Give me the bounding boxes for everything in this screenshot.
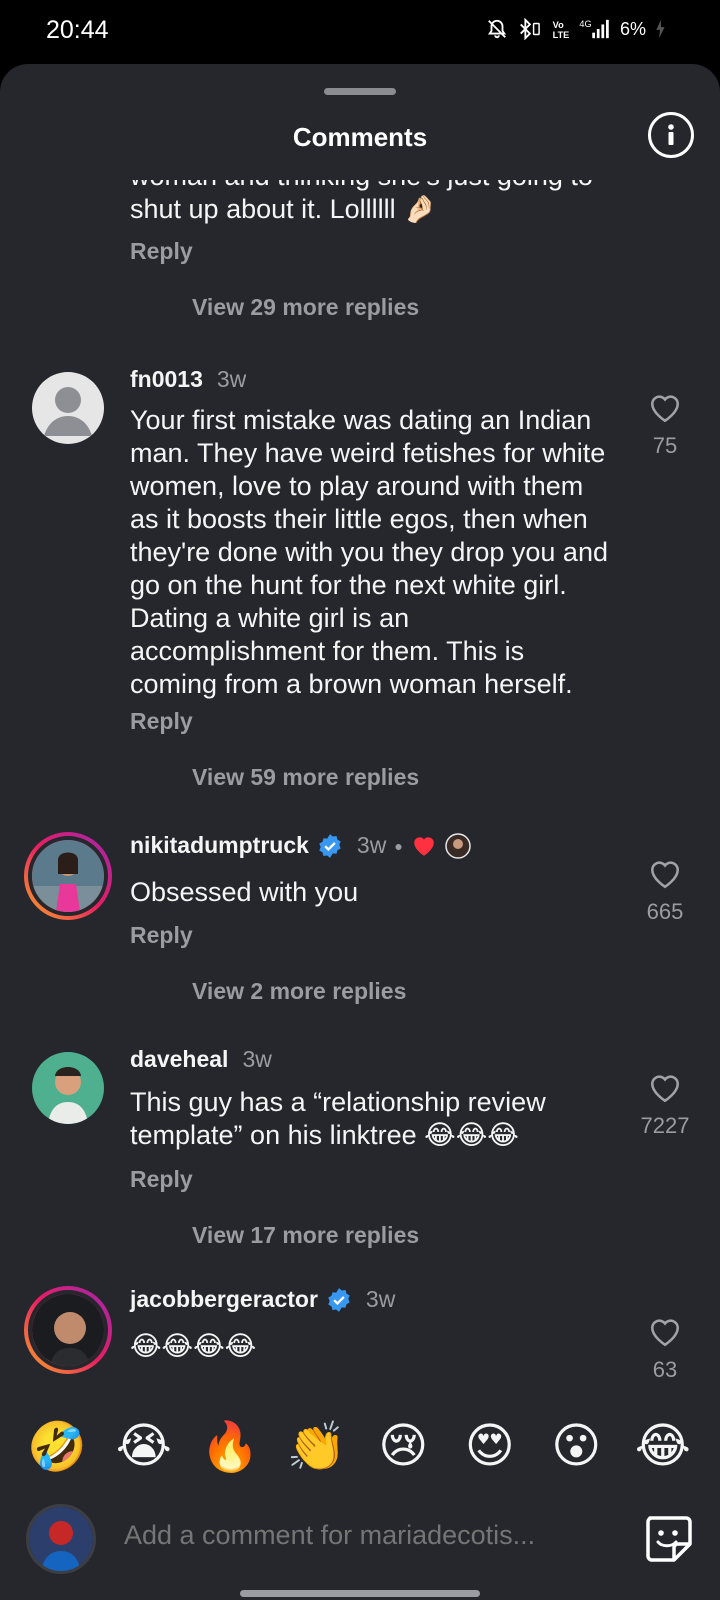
comment-meta: fn0013 3w: [130, 366, 246, 393]
reply-button[interactable]: Reply: [130, 238, 193, 265]
comment-text: Your first mistake was dating an Indian …: [130, 405, 608, 699]
comment-meta: daveheal 3w: [130, 1046, 272, 1073]
my-avatar: [26, 1504, 96, 1574]
comment-time: 3w: [242, 1046, 272, 1072]
verified-badge-icon: [319, 833, 341, 858]
sticker-icon: [646, 1516, 692, 1562]
comment-text: 😂😂😂😂: [130, 1331, 257, 1361]
comment-meta: nikitadumptruck 3w ●: [130, 832, 471, 859]
comment-text: This guy has a “relationship review temp…: [130, 1087, 546, 1150]
creator-avatar-mini: [445, 832, 471, 859]
heart-icon: [650, 1075, 680, 1103]
sticker-button[interactable]: [640, 1510, 696, 1566]
volte-icon: Vo LTE: [550, 18, 570, 40]
comment-composer: [0, 1502, 720, 1582]
username[interactable]: jacobbergeractor: [130, 1286, 318, 1313]
comment-meta: jacobbergeractor 3w: [130, 1286, 395, 1313]
heart-icon: [650, 1319, 680, 1347]
drag-handle[interactable]: [324, 88, 396, 95]
like-button[interactable]: 7227: [630, 1072, 700, 1139]
emoji-fire[interactable]: 🔥: [195, 1418, 265, 1475]
bluetooth-icon: [516, 18, 542, 40]
quick-emoji-bar: 🤣 😭 🔥 👏 😢 😍 😮 😂: [0, 1404, 720, 1488]
comment-input[interactable]: [124, 1520, 564, 1551]
sheet-title: Comments: [292, 122, 428, 152]
avatar-photo: [32, 1052, 104, 1124]
battery-icon: [654, 18, 666, 40]
home-indicator[interactable]: [240, 1590, 480, 1597]
default-avatar-icon: [44, 387, 92, 436]
status-time: 20:44: [46, 16, 109, 44]
comment-time: 3w: [365, 1286, 396, 1312]
emoji-joy[interactable]: 😂: [628, 1418, 698, 1474]
emoji-sad[interactable]: 😢: [368, 1418, 438, 1474]
emoji-clap[interactable]: 👏: [282, 1418, 352, 1475]
like-button[interactable]: 665: [630, 858, 700, 925]
view-replies-button[interactable]: View 17 more replies: [192, 1222, 419, 1249]
emoji-surprised[interactable]: 😮: [541, 1418, 611, 1474]
signal-icon: 4G: [578, 18, 612, 40]
comments-list[interactable]: woman and thinking she's just going to s…: [0, 180, 720, 1404]
separator-dot: ●: [394, 837, 403, 854]
verified-badge-icon: [328, 1287, 350, 1312]
status-icons: Vo LTE 4G 6%: [486, 18, 666, 40]
emoji-rofl[interactable]: 🤣: [22, 1418, 92, 1475]
like-count: 665: [646, 899, 684, 924]
like-count: 7227: [640, 1113, 690, 1138]
comment-time: 3w: [356, 832, 387, 858]
view-replies-button[interactable]: View 2 more replies: [192, 978, 406, 1005]
svg-text:LTE: LTE: [553, 30, 570, 40]
like-button[interactable]: 75: [630, 392, 700, 459]
story-ring-avatar[interactable]: [24, 1286, 112, 1374]
avatar-photo: [29, 1507, 93, 1571]
emoji-crying[interactable]: 😭: [109, 1418, 179, 1474]
creator-liked-heart-icon: [414, 836, 434, 856]
avatar[interactable]: [32, 1052, 104, 1124]
username[interactable]: nikitadumptruck: [130, 832, 309, 859]
status-bar: 20:44 Vo LTE 4G 6%: [0, 0, 720, 64]
heart-icon: [650, 395, 680, 423]
like-count: 63: [652, 1357, 678, 1382]
reply-button[interactable]: Reply: [130, 708, 193, 735]
avatar-photo: [32, 840, 104, 912]
reply-button[interactable]: Reply: [130, 1166, 193, 1193]
emoji-heart-eyes[interactable]: 😍: [455, 1418, 525, 1474]
comment-time: 3w: [216, 366, 247, 392]
info-button[interactable]: [648, 112, 694, 158]
username[interactable]: fn0013: [130, 366, 203, 393]
avatar[interactable]: [32, 372, 104, 444]
bell-off-icon: [486, 18, 508, 40]
comment-text: woman and thinking she's just going to s…: [130, 180, 593, 224]
like-count: 75: [652, 433, 678, 458]
reply-button[interactable]: Reply: [130, 922, 193, 949]
network-type: 4G: [579, 19, 591, 29]
view-replies-button[interactable]: View 29 more replies: [192, 294, 419, 321]
heart-icon: [650, 861, 680, 889]
sheet-header: Comments: [0, 112, 720, 164]
info-icon: [668, 124, 674, 145]
comment-text: Obsessed with you: [130, 877, 359, 907]
story-ring-avatar[interactable]: [24, 832, 112, 920]
comments-sheet: Comments woman and thinking she's just g…: [0, 64, 720, 1600]
avatar-photo: [32, 1294, 104, 1366]
username[interactable]: daveheal: [130, 1046, 228, 1073]
like-button[interactable]: 63: [630, 1316, 700, 1383]
battery-text: 6%: [619, 18, 646, 39]
svg-text:Vo: Vo: [553, 20, 564, 30]
view-replies-button[interactable]: View 59 more replies: [192, 764, 419, 791]
